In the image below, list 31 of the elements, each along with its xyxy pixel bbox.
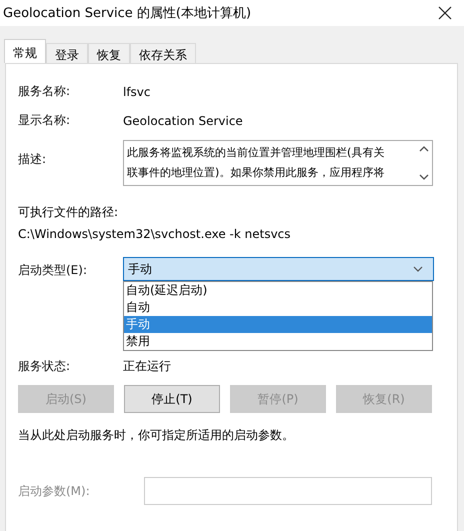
tab[interactable]: 依存关系 — [130, 43, 196, 63]
scroll-up-icon[interactable] — [419, 145, 429, 152]
path-value: C:\Windows\system32\svchost.exe -k netsvcs — [18, 227, 292, 241]
field-label: 服务名称: — [18, 83, 72, 100]
description-label: 描述: — [18, 151, 48, 168]
service-button[interactable]: 停止(T) — [124, 385, 220, 413]
start-parameters-label: 启动参数(M): — [18, 482, 91, 500]
dropdown-option[interactable]: 自动(延迟启动) — [124, 282, 432, 299]
start-parameters-field[interactable] — [144, 477, 432, 505]
tab[interactable]: 登录 — [46, 43, 88, 63]
scroll-down-icon[interactable] — [419, 174, 429, 181]
hint-text: 当从此处启动服务时，你可指定所适用的启动参数。 — [18, 427, 295, 444]
window-title: Geolocation Service 的属性(本地计算机) — [3, 5, 252, 22]
service-status-value: 正在运行 — [123, 358, 171, 374]
tab[interactable]: 恢复 — [88, 43, 130, 63]
dropdown-option[interactable]: 手动 — [124, 316, 432, 333]
service-status-label: 服务状态: — [18, 358, 72, 374]
startup-type-label: 启动类型(E): — [18, 262, 88, 279]
tab[interactable]: 常规 — [4, 39, 46, 63]
description-text: 此服务将监视系统的当前位置并管理地理围栏(具有关 — [127, 145, 386, 161]
description-text: 联事件的地理位置)。如果你禁用此服务，应用程序将 — [127, 165, 386, 181]
path-label: 可执行文件的路径: — [18, 204, 120, 221]
close-icon[interactable] — [438, 6, 452, 20]
dropdown-option[interactable]: 禁用 — [124, 333, 432, 350]
field-value: lfsvc — [123, 84, 151, 98]
chevron-down-icon — [413, 266, 423, 272]
dropdown-option[interactable]: 自动 — [124, 299, 432, 316]
field-value: Geolocation Service — [123, 114, 243, 128]
field-label: 显示名称: — [18, 112, 72, 129]
startup-type-dropdown[interactable]: 手动 — [123, 257, 434, 281]
description-box[interactable]: 此服务将监视系统的当前位置并管理地理围栏(具有关 联事件的地理位置)。如果你禁用此服务，应用程序将 — [123, 140, 433, 186]
